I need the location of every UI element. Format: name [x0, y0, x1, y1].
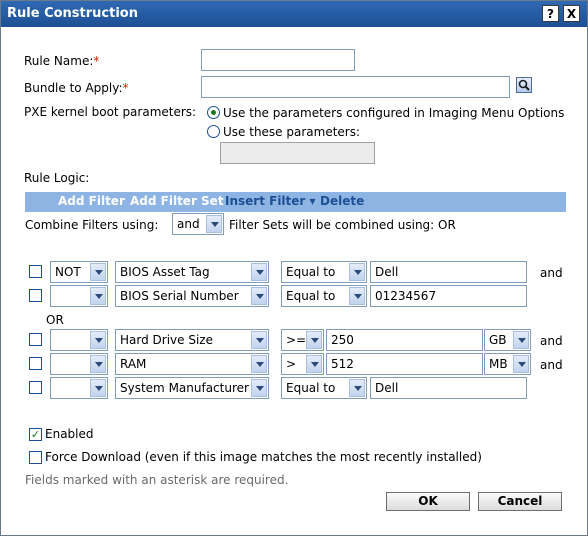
required-note: Fields marked with an asterisk are requi… — [25, 473, 289, 487]
chevron-down-icon — [349, 263, 365, 281]
not-select[interactable] — [50, 353, 108, 375]
search-icon[interactable] — [516, 77, 532, 93]
chevron-down-icon — [90, 355, 106, 373]
unit-select[interactable]: MB — [484, 353, 531, 375]
chevron-down-icon — [206, 215, 222, 233]
pxe-params-input[interactable] — [220, 142, 375, 164]
filter-value-input[interactable]: Dell — [370, 261, 527, 283]
pxe-label: PXE kernel boot parameters: — [24, 105, 197, 119]
pxe-option-custom-radio[interactable] — [207, 125, 220, 138]
combine-filters-label: Combine Filters using: — [25, 218, 159, 232]
chevron-down-icon — [251, 331, 267, 349]
filter-sets-text: Filter Sets will be combined using: OR — [229, 218, 456, 232]
chevron-down-icon — [90, 379, 106, 397]
help-button[interactable]: ? — [542, 5, 559, 22]
force-download-label: Force Download (even if this image match… — [45, 450, 482, 464]
dialog-title: Rule Construction — [7, 6, 138, 21]
rule-name-input[interactable] — [201, 49, 355, 71]
bundle-input[interactable] — [201, 76, 510, 98]
filter-value-input[interactable]: 512 — [326, 353, 483, 375]
rule-logic-label: Rule Logic: — [24, 171, 90, 185]
ok-button[interactable]: OK — [386, 492, 470, 511]
not-select[interactable] — [50, 285, 108, 307]
field-select[interactable]: BIOS Asset Tag — [115, 261, 269, 283]
chevron-down-icon — [251, 287, 267, 305]
operator-select[interactable]: >= — [281, 329, 324, 351]
conjunction-label: and — [540, 266, 563, 280]
filter-row-checkbox[interactable] — [29, 265, 42, 278]
chevron-down-icon — [306, 355, 322, 373]
unit-select[interactable]: GB — [484, 329, 531, 351]
not-select[interactable] — [50, 329, 108, 351]
chevron-down-icon — [349, 287, 365, 305]
rule-name-label: Rule Name:* — [24, 54, 100, 68]
rule-construction-dialog: Rule Construction ? X Rule Name:* Bundle… — [0, 0, 588, 536]
conjunction-label: and — [540, 358, 563, 372]
pxe-option-imaging-menu-radio[interactable] — [207, 106, 220, 119]
chevron-down-icon — [513, 355, 529, 373]
operator-select[interactable]: > — [281, 353, 324, 375]
add-filter-button[interactable]: Add Filter — [58, 194, 125, 208]
insert-filter-menu[interactable]: Insert Filter ▾ — [225, 194, 316, 208]
filter-row-checkbox[interactable] — [29, 289, 42, 302]
chevron-down-icon — [251, 355, 267, 373]
conjunction-label: and — [540, 334, 563, 348]
chevron-down-icon — [306, 331, 322, 349]
field-select[interactable]: System Manufacturer — [115, 377, 269, 399]
chevron-down-icon — [251, 263, 267, 281]
enabled-label: Enabled — [45, 427, 94, 441]
chevron-down-icon — [90, 263, 106, 281]
filter-value-input[interactable]: 01234567 — [370, 285, 527, 307]
filter-row-checkbox[interactable] — [29, 381, 42, 394]
field-select[interactable]: BIOS Serial Number — [115, 285, 269, 307]
title-bar: Rule Construction ? X — [1, 1, 587, 27]
enabled-checkbox[interactable]: ✓ — [29, 428, 42, 441]
force-download-checkbox[interactable] — [29, 451, 42, 464]
delete-button[interactable]: Delete — [320, 194, 364, 208]
pxe-option-imaging-menu-label: Use the parameters configured in Imaging… — [223, 106, 565, 120]
field-select[interactable]: RAM — [115, 353, 269, 375]
filter-row-checkbox[interactable] — [29, 357, 42, 370]
not-select[interactable] — [50, 377, 108, 399]
chevron-down-icon — [513, 331, 529, 349]
filter-value-input[interactable]: 250 — [326, 329, 483, 351]
operator-select[interactable]: Equal to — [281, 261, 367, 283]
filter-row-checkbox[interactable] — [29, 333, 42, 346]
chevron-down-icon — [251, 379, 267, 397]
chevron-down-icon — [349, 379, 365, 397]
combine-filters-select[interactable]: and — [172, 213, 224, 235]
or-separator-label: OR — [46, 313, 64, 327]
operator-select[interactable]: Equal to — [281, 285, 367, 307]
filter-value-input[interactable]: Dell — [370, 377, 527, 399]
chevron-down-icon — [90, 287, 106, 305]
not-select[interactable]: NOT — [50, 261, 108, 283]
field-select[interactable]: Hard Drive Size — [115, 329, 269, 351]
operator-select[interactable]: Equal to — [281, 377, 367, 399]
close-button[interactable]: X — [563, 5, 580, 22]
bundle-label: Bundle to Apply:* — [24, 81, 129, 95]
filter-toolbar: Add Filter Add Filter Set Insert Filter … — [25, 192, 566, 212]
chevron-down-icon — [90, 331, 106, 349]
pxe-option-custom-label: Use these parameters: — [223, 125, 361, 139]
cancel-button[interactable]: Cancel — [478, 492, 562, 511]
add-filter-set-button[interactable]: Add Filter Set — [130, 194, 224, 208]
